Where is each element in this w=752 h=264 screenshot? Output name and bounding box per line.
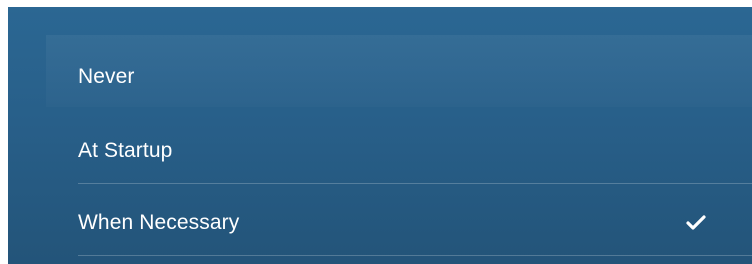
option-label: At Startup xyxy=(78,139,173,162)
option-label: Never xyxy=(78,65,135,88)
option-divider xyxy=(78,255,752,256)
option-list: Never At Startup When Necessary xyxy=(78,7,752,264)
option-never[interactable]: Never xyxy=(78,48,752,106)
option-at-startup[interactable]: At Startup xyxy=(78,122,752,180)
option-when-necessary[interactable]: When Necessary xyxy=(78,194,752,252)
screen: Never At Startup When Necessary xyxy=(0,0,752,264)
checkmark-icon xyxy=(686,215,706,230)
option-label: When Necessary xyxy=(78,211,240,234)
option-divider xyxy=(78,183,752,184)
option-panel: Never At Startup When Necessary xyxy=(8,7,752,264)
